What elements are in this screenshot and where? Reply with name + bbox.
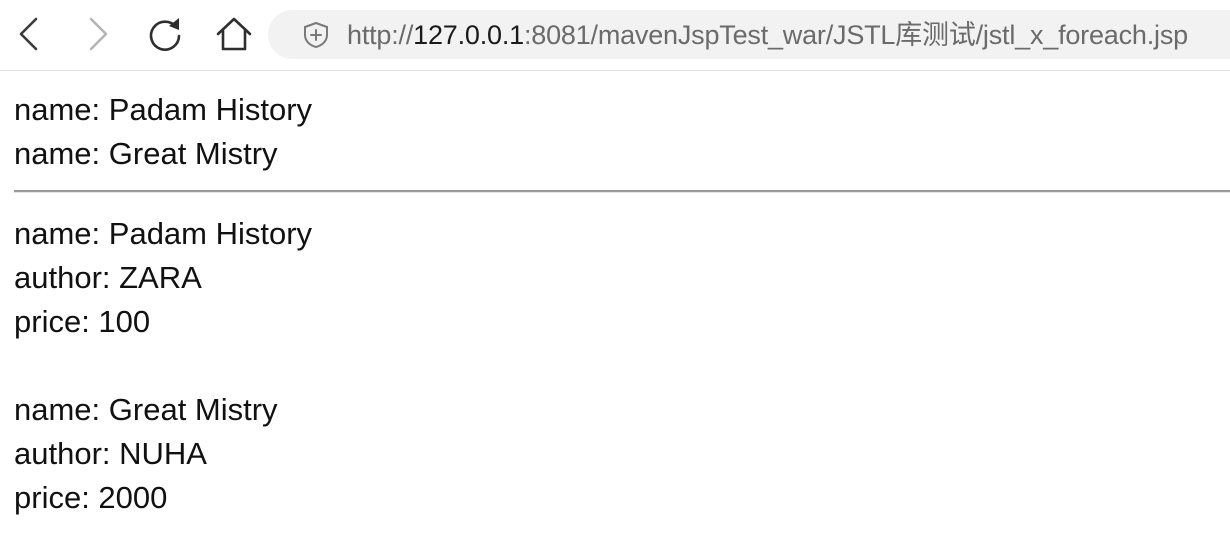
url-path: :8081/mavenJspTest_war/JSTL库测试/jstl_x_fo… [523,20,1188,50]
forward-button[interactable] [76,12,120,56]
shield-icon[interactable] [302,21,330,49]
name-list: name: Padam History name: Great Mistry [14,88,1230,176]
reload-icon [149,18,181,51]
book-entry: name: Great Mistry author: NUHA price: 2… [14,388,1230,520]
back-button[interactable] [6,12,50,56]
reload-button[interactable] [143,12,187,56]
back-icon [19,17,38,51]
home-icon [216,17,252,51]
book-price: price: 2000 [14,480,168,515]
book-name: name: Great Mistry [14,392,278,427]
list-item: name: Great Mistry [14,136,278,171]
browser-toolbar: http://127.0.0.1:8081/mavenJspTest_war/J… [0,0,1230,71]
forward-icon [89,17,108,51]
book-price: price: 100 [14,304,151,339]
book-entry: name: Padam History author: ZARA price: … [14,212,1230,344]
list-item: name: Padam History [14,92,313,127]
book-author: author: NUHA [14,436,207,471]
home-button[interactable] [212,12,256,56]
book-author: author: ZARA [14,260,202,295]
horizontal-rule [14,190,1230,193]
url-host: 127.0.0.1 [413,20,524,50]
url-scheme: http:// [347,20,414,50]
address-bar[interactable]: http://127.0.0.1:8081/mavenJspTest_war/J… [268,10,1230,59]
url-text[interactable]: http://127.0.0.1:8081/mavenJspTest_war/J… [347,19,1188,51]
book-name: name: Padam History [14,216,313,251]
